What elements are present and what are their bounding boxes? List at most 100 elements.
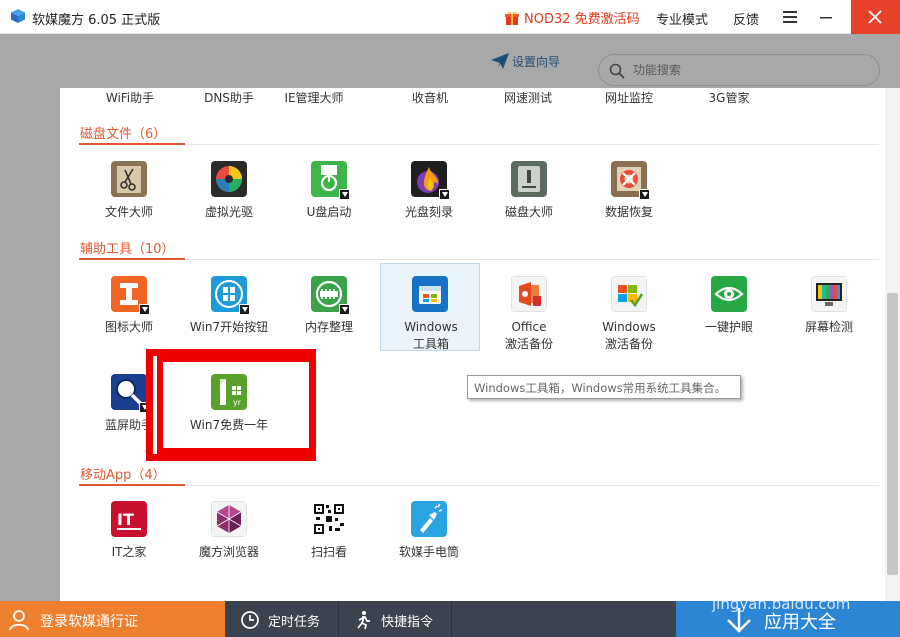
header-strip: 设置向导	[0, 34, 900, 88]
tool-icon-master[interactable]: 图标大师	[79, 263, 179, 351]
minimize-icon[interactable]	[819, 10, 833, 24]
download-badge-icon	[139, 304, 150, 315]
baidu-watermark-jingyan: 经验	[800, 566, 853, 596]
download-badge-icon	[639, 189, 650, 200]
windows-activation-icon	[611, 276, 647, 312]
user-icon	[9, 610, 29, 631]
monitor-color-bars-icon	[811, 276, 847, 312]
scheduled-task-label: 定时任务	[268, 615, 321, 630]
section-underline	[79, 258, 185, 260]
tool-ithome[interactable]: IT IT之家	[79, 488, 179, 576]
tool-name: IT之家	[111, 545, 147, 559]
section-divider	[79, 485, 879, 486]
color-disc-icon	[211, 161, 247, 197]
setup-wizard-label: 设置向导	[512, 54, 561, 69]
tools-panel: WiFi助手 DNS助手 IE管理大师 收音机 网速测试 网址监控 3G管家 磁…	[60, 88, 900, 601]
section-divider	[79, 144, 879, 145]
scheduled-task-button[interactable]: 定时任务	[226, 601, 338, 637]
scrollbar-thumb[interactable]	[887, 293, 898, 575]
baidu-watermark-url: jingyan.baidu.com	[712, 595, 851, 613]
gift-icon	[505, 11, 519, 25]
login-button[interactable]: 登录软媒通行证	[0, 601, 225, 637]
qr-code-icon	[311, 501, 347, 537]
tool-label-wifi[interactable]: WiFi助手	[80, 89, 180, 106]
tool-screen-test[interactable]: 屏幕检测	[779, 263, 879, 351]
it-label: IT	[117, 510, 134, 529]
tool-name: 磁盘大师	[504, 205, 553, 219]
scissors-file-icon	[111, 161, 147, 197]
tool-windows-activation-backup[interactable]: Windows 激活备份	[579, 263, 679, 351]
tool-label-radio[interactable]: 收音机	[380, 89, 480, 106]
tool-usb-boot[interactable]: U盘启动	[279, 148, 379, 236]
tool-name: Win7开始按钮	[189, 320, 269, 334]
menu-icon[interactable]	[782, 10, 798, 24]
tool-win7-start-button[interactable]: Win7开始按钮	[179, 263, 279, 351]
section-underline	[79, 143, 185, 145]
download-badge-icon	[339, 304, 350, 315]
cube-browser-icon	[211, 501, 247, 537]
clock-icon	[241, 611, 259, 629]
bottom-separator	[451, 601, 452, 637]
close-icon	[868, 10, 882, 24]
tool-name: Windows 工具箱	[404, 320, 458, 351]
tool-name: 屏幕检测	[804, 320, 853, 334]
eye-icon	[711, 276, 747, 312]
tool-label-ie[interactable]: IE管理大师	[264, 89, 364, 106]
app-title: 软媒魔方 6.05 正式版	[32, 13, 161, 28]
download-badge-icon	[239, 304, 250, 315]
tool-name: 魔方浏览器	[198, 545, 259, 559]
tool-label-speedtest[interactable]: 网速测试	[478, 89, 578, 106]
tool-eye-protection[interactable]: 一键护眼	[679, 263, 779, 351]
tool-memory-cleanup[interactable]: 内存整理	[279, 263, 379, 351]
function-search-box[interactable]	[598, 54, 880, 86]
tool-scan[interactable]: 扫扫看	[279, 488, 379, 576]
tool-name: 光盘刻录	[404, 205, 453, 219]
section-title-aux: 辅助工具（10）	[80, 242, 175, 257]
search-icon	[609, 63, 625, 79]
tool-label-3g[interactable]: 3G管家	[679, 89, 779, 106]
promo-label: NOD32 免费激活码	[524, 12, 640, 27]
tool-mofang-browser[interactable]: 魔方浏览器	[179, 488, 279, 576]
tool-name: Windows 激活备份	[602, 320, 656, 351]
title-bar: 软媒魔方 6.05 正式版 NOD32 免费激活码 专业模式 反馈	[0, 0, 900, 34]
login-label: 登录软媒通行证	[40, 614, 138, 630]
ithome-logo-icon: IT	[111, 501, 147, 537]
nod32-promo-link[interactable]: NOD32 免费激活码	[504, 8, 640, 27]
section-divider	[79, 259, 879, 260]
feedback-link[interactable]: 反馈	[733, 9, 759, 28]
tool-name: 内存整理	[304, 320, 353, 334]
tool-name: 一键护眼	[704, 320, 753, 334]
paper-plane-icon	[491, 53, 509, 69]
toolbox-icon	[412, 276, 448, 312]
section-underline	[79, 484, 185, 486]
running-man-icon	[357, 611, 370, 630]
tool-file-master[interactable]: 文件大师	[79, 148, 179, 236]
rubik-cube-logo-icon	[11, 9, 25, 23]
close-button[interactable]	[851, 0, 900, 34]
tool-disk-master[interactable]: 磁盘大师	[479, 148, 579, 236]
tool-office-activation-backup[interactable]: Office 激活备份	[479, 263, 579, 351]
tool-disc-burn[interactable]: 光盘刻录	[379, 148, 479, 236]
tool-name: Office 激活备份	[504, 320, 553, 351]
function-search-input[interactable]	[633, 61, 863, 79]
tool-label-urlmonitor[interactable]: 网址监控	[579, 89, 679, 106]
tool-name: 文件大师	[104, 205, 153, 219]
scrollbar[interactable]	[885, 88, 900, 601]
baidu-watermark: Bai	[694, 555, 748, 590]
highlight-box-inner	[157, 356, 316, 454]
tool-data-recovery[interactable]: 数据恢复	[579, 148, 679, 236]
tool-virtual-drive[interactable]: 虚拟光驱	[179, 148, 279, 236]
tool-windows-toolbox[interactable]: Windows 工具箱	[380, 263, 480, 351]
tool-flashlight[interactable]: 软媒手电筒	[379, 488, 479, 576]
section-title-disk: 磁盘文件（6）	[80, 127, 167, 142]
setup-wizard-link[interactable]: 设置向导	[490, 52, 560, 70]
tool-name: 图标大师	[104, 320, 153, 334]
tool-name: 软媒手电筒	[398, 545, 459, 559]
tool-name: 扫扫看	[310, 545, 347, 559]
quick-command-label: 快捷指令	[381, 615, 434, 630]
tooltip-windows-toolbox: Windows工具箱，Windows常用系统工具集合。	[467, 375, 741, 399]
download-badge-icon	[439, 189, 450, 200]
download-badge-icon	[339, 189, 350, 200]
pro-mode-link[interactable]: 专业模式	[656, 9, 708, 28]
quick-command-button[interactable]: 快捷指令	[339, 601, 451, 637]
